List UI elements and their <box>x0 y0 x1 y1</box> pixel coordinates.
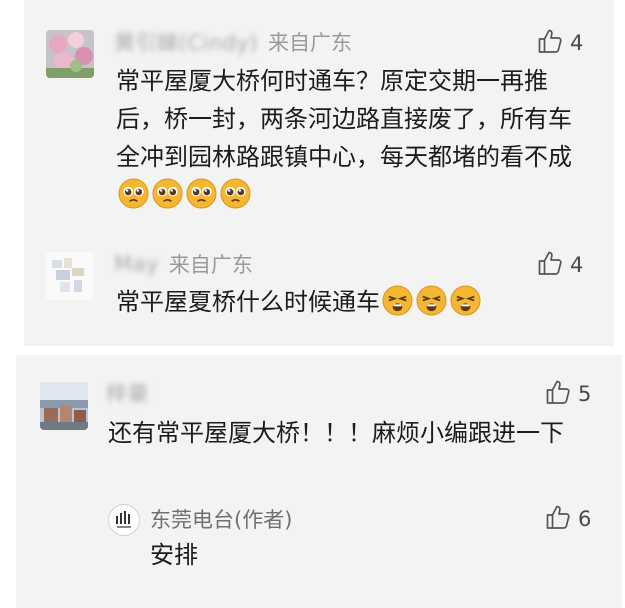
thumbs-up-icon <box>538 250 562 280</box>
emoji-group <box>118 178 251 220</box>
like-button[interactable]: 4 <box>538 28 583 58</box>
tired-face-emoji <box>382 285 413 327</box>
comment-text: 还有常平屋厦大桥！！！麻烦小编跟进一下 <box>108 419 564 447</box>
like-button[interactable]: 5 <box>546 379 591 409</box>
pleading-face-emoji <box>118 178 149 220</box>
comment-body: 常平屋夏桥什么时候通车 <box>116 283 596 327</box>
tired-face-emoji <box>450 285 481 327</box>
comment-body: 常平屋厦大桥何时通车？原定交期一再推后，桥一封，两条河边路直接废了，所有车全冲到… <box>116 62 586 220</box>
commenter-avatar[interactable] <box>46 30 94 78</box>
author-nickname[interactable]: 东莞电台(作者) <box>150 504 292 534</box>
comment-text: 常平屋厦大桥何时通车？原定交期一再推后，桥一封，两条河边路直接废了，所有车全冲到… <box>116 67 572 171</box>
comment-text: 常平屋夏桥什么时候通车 <box>116 288 380 316</box>
pleading-face-emoji <box>220 178 251 220</box>
like-button[interactable]: 6 <box>546 504 591 534</box>
thumbs-up-icon <box>546 504 570 534</box>
reply-body: 安排 <box>150 536 550 574</box>
reply-text: 安排 <box>150 541 198 569</box>
like-button[interactable]: 4 <box>538 250 583 280</box>
author-avatar[interactable] <box>108 504 140 536</box>
comment-body: 还有常平屋厦大桥！！！麻烦小编跟进一下 <box>108 414 588 452</box>
commenter-avatar[interactable] <box>46 252 94 300</box>
tired-face-emoji <box>416 285 447 327</box>
emoji-group <box>382 285 481 327</box>
comment-card: 梓豪 5 还有常平屋厦大桥！！！麻烦小编跟进一下 东莞电台(作者) 6 安排 <box>16 355 622 608</box>
commenter-nickname[interactable]: 梓豪 <box>106 378 149 408</box>
radio-logo-icon <box>116 511 131 528</box>
like-count: 5 <box>578 382 592 406</box>
commenter-nickname[interactable]: 黄引娣(Cindy) <box>114 27 258 57</box>
like-count: 6 <box>578 507 592 531</box>
comment-location: 来自广东 <box>267 31 352 55</box>
pleading-face-emoji <box>152 178 183 220</box>
thumbs-up-icon <box>546 379 570 409</box>
pleading-face-emoji <box>186 178 217 220</box>
comment-card: 黄引娣(Cindy) 来自广东 4 常平屋厦大桥何时通车？原定交期一再推后，桥一… <box>24 0 614 346</box>
commenter-avatar[interactable] <box>40 382 88 430</box>
commenter-nickname[interactable]: May <box>114 252 159 276</box>
thumbs-up-icon <box>538 28 562 58</box>
like-count: 4 <box>570 31 584 55</box>
like-count: 4 <box>570 253 584 277</box>
comment-location: 来自广东 <box>168 253 253 277</box>
